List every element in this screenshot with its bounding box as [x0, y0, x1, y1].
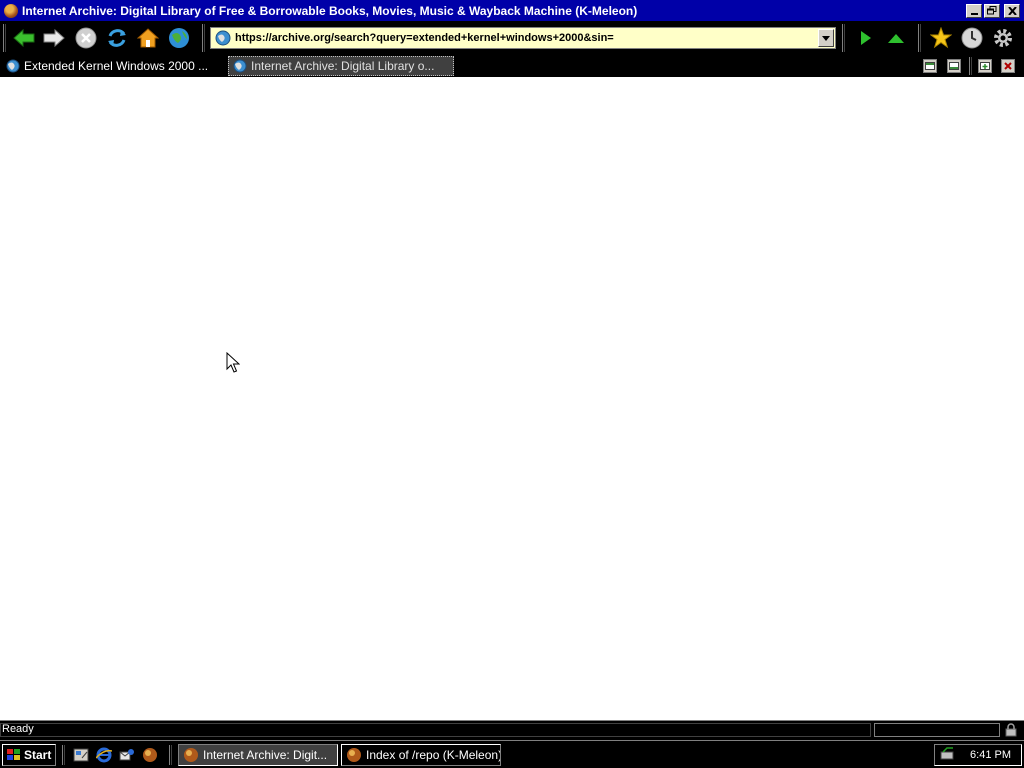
navigation-toolbar: https://archive.org/search?query=extende… [0, 21, 1024, 55]
preferences-button[interactable] [991, 26, 1015, 50]
forward-arrow-icon [43, 28, 65, 48]
site-globe-icon [233, 59, 247, 73]
mouse-pointer-icon [226, 352, 240, 373]
start-button[interactable]: Start [2, 744, 56, 766]
security-lock-icon[interactable] [1004, 723, 1018, 740]
globe-icon [169, 28, 189, 48]
quicklaunch-k-meleon[interactable] [141, 746, 159, 764]
status-panel-progress [874, 723, 1000, 737]
minimize-icon [970, 12, 978, 15]
taskbar-clock[interactable]: 6:41 PM [970, 749, 1011, 761]
task-label: Internet Archive: Digit... [203, 748, 328, 762]
stop-icon [75, 27, 97, 49]
history-button[interactable] [960, 26, 984, 50]
new-tab-button[interactable] [978, 59, 992, 73]
task-index-of-repo[interactable]: Index of /repo (K-Meleon) [341, 744, 501, 766]
home-icon [137, 28, 159, 48]
taskbar-grip [169, 745, 172, 765]
network-tray-icon[interactable] [939, 746, 957, 765]
show-desktop-icon [73, 748, 89, 762]
reload-button[interactable] [105, 26, 129, 50]
tab-extended-kernel[interactable]: Extended Kernel Windows 2000 ... [2, 56, 224, 76]
windows-logo-icon [7, 749, 20, 760]
clock-icon [961, 27, 983, 49]
gear-icon [994, 29, 1012, 47]
toolbar-grip[interactable] [842, 24, 845, 52]
window-title: Internet Archive: Digital Library of Fre… [22, 3, 638, 18]
chevron-down-icon [822, 35, 830, 41]
url-input[interactable]: https://archive.org/search?query=extende… [235, 32, 818, 44]
stop-button[interactable] [74, 26, 98, 50]
go-button[interactable] [854, 26, 878, 50]
quicklaunch-show-desktop[interactable] [72, 746, 90, 764]
k-meleon-app-icon[interactable] [4, 3, 18, 18]
k-meleon-icon [347, 748, 361, 762]
restore-icon [987, 6, 997, 15]
outlook-express-icon [119, 749, 134, 761]
internet-explorer-icon [96, 747, 112, 763]
close-icon [1004, 62, 1012, 70]
close-tab-button[interactable] [1001, 59, 1015, 73]
k-meleon-icon [143, 748, 157, 762]
task-label: Index of /repo (K-Meleon) [366, 748, 501, 762]
go-arrow-icon [861, 31, 871, 45]
site-globe-icon [215, 30, 231, 46]
address-bar[interactable]: https://archive.org/search?query=extende… [210, 27, 836, 49]
tabbar-separator [969, 57, 972, 75]
forward-button[interactable] [42, 26, 66, 50]
quicklaunch-outlook-express[interactable] [118, 746, 136, 764]
bookmarks-button[interactable] [929, 26, 953, 50]
task-internet-archive[interactable]: Internet Archive: Digit... [178, 744, 338, 766]
toolbar-grip[interactable] [202, 24, 205, 52]
up-level-button[interactable] [884, 26, 908, 50]
back-arrow-icon [13, 28, 35, 48]
tab-bar: Extended Kernel Windows 2000 ... Interne… [0, 55, 1024, 77]
minimize-button[interactable] [966, 3, 982, 18]
up-arrow-icon [888, 34, 904, 43]
url-history-dropdown[interactable] [818, 29, 834, 47]
system-tray: 6:41 PM [934, 744, 1022, 766]
toolbar-grip[interactable] [3, 24, 6, 52]
taskbar: Start Internet Archive: Digit... Index o… [0, 740, 1024, 768]
title-bar[interactable]: Internet Archive: Digital Library of Fre… [0, 0, 1024, 21]
close-icon [1007, 6, 1017, 15]
site-globe-icon [6, 59, 20, 73]
page-content-area[interactable] [0, 77, 1024, 720]
taskbar-grip [62, 745, 65, 765]
restore-button[interactable] [984, 3, 1000, 18]
tab-window-icon [949, 62, 959, 70]
tab-label: Extended Kernel Windows 2000 ... [24, 59, 209, 73]
close-window-button[interactable] [1004, 3, 1020, 18]
quicklaunch-internet-explorer[interactable] [95, 746, 113, 764]
tab-list-icon [925, 62, 935, 70]
toolbar-grip[interactable] [918, 24, 921, 52]
reload-icon [108, 29, 126, 47]
back-button[interactable] [12, 26, 36, 50]
new-tab-icon [980, 62, 990, 70]
k-meleon-icon [184, 748, 198, 762]
status-bar: Ready [0, 720, 1024, 738]
home-button[interactable] [136, 26, 160, 50]
star-icon [930, 27, 952, 49]
status-panel-main [0, 723, 871, 737]
start-label: Start [24, 748, 52, 762]
tab-menu-button[interactable] [947, 59, 961, 73]
web-search-button[interactable] [167, 26, 191, 50]
tab-internet-archive[interactable]: Internet Archive: Digital Library o... [228, 56, 454, 76]
tab-label: Internet Archive: Digital Library o... [251, 59, 435, 73]
tab-list-button[interactable] [923, 59, 937, 73]
